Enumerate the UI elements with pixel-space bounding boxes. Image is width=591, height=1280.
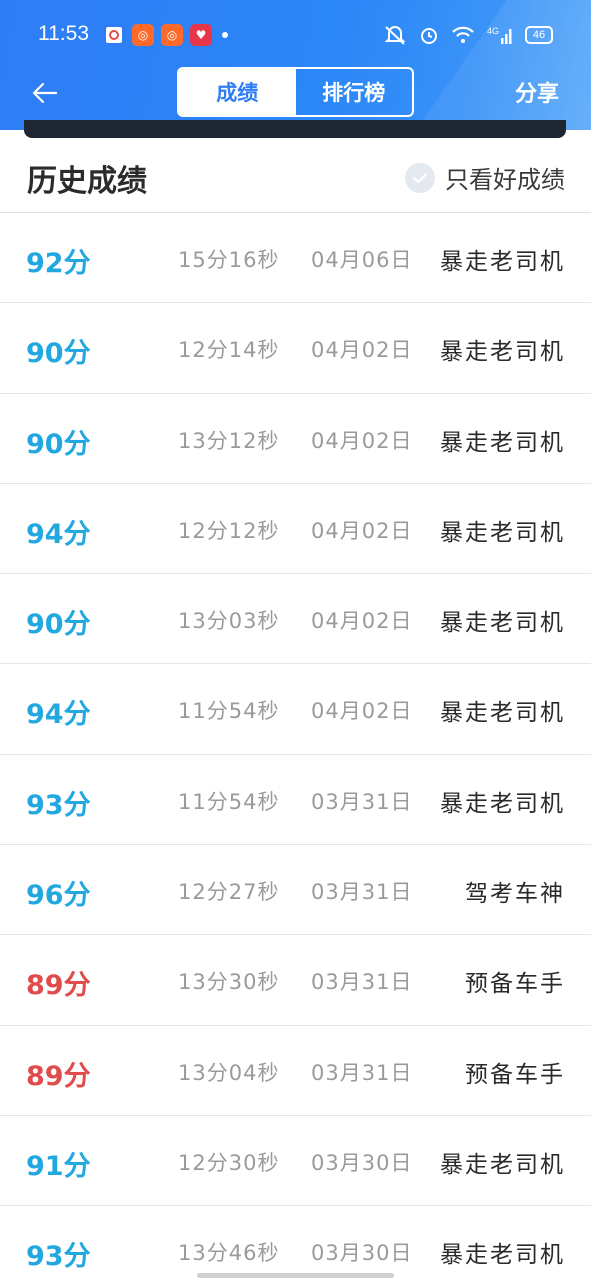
list-item[interactable]: 89分 13分30秒 03月31日 预备车手 [0, 935, 591, 1026]
list-item[interactable]: 90分 13分03秒 04月02日 暴走老司机 [0, 574, 591, 665]
exam-date: 03月30日 [311, 1150, 413, 1175]
exam-date: 04月06日 [311, 248, 413, 272]
rank-title: 暴走老司机 [440, 790, 565, 817]
tab-switcher: 成绩 排行榜 [177, 67, 414, 117]
exam-date: 04月02日 [311, 338, 413, 363]
rank-title: 暴走老司机 [440, 519, 565, 546]
exam-date: 03月31日 [311, 1060, 413, 1085]
share-button[interactable]: 分享 [515, 76, 559, 108]
score-value: 92分 [26, 248, 91, 279]
exam-date: 03月31日 [311, 789, 413, 814]
rank-title: 暴走老司机 [440, 1151, 565, 1178]
list-item[interactable]: 89分 13分04秒 03月31日 预备车手 [0, 1026, 591, 1116]
app-notification-icon [103, 24, 125, 46]
exam-duration: 13分03秒 [178, 609, 280, 634]
exam-duration: 12分30秒 [178, 1150, 280, 1175]
more-notifications-dot-icon [222, 32, 228, 38]
list-item[interactable]: 94分 12分12秒 04月02日 暴走老司机 [0, 484, 591, 575]
score-value: 89分 [26, 970, 91, 1002]
status-time: 11:53 [38, 22, 89, 45]
exam-duration: 13分04秒 [178, 1060, 280, 1085]
score-value: 89分 [26, 1060, 91, 1092]
exam-date: 04月02日 [311, 428, 413, 453]
rank-title: 暴走老司机 [440, 339, 565, 366]
exam-duration: 11分54秒 [178, 789, 280, 814]
rank-title: 暴走老司机 [440, 249, 565, 275]
exam-duration: 12分27秒 [178, 880, 280, 905]
home-indicator[interactable] [197, 1273, 394, 1278]
rank-title: 暴走老司机 [440, 1242, 565, 1269]
rank-title: 预备车手 [465, 971, 565, 998]
notification-icons: ◎ ◎ ♥ [103, 24, 228, 46]
exam-duration: 13分46秒 [178, 1241, 280, 1266]
list-item[interactable]: 90分 12分14秒 04月02日 暴走老司机 [0, 303, 591, 394]
filter-label[interactable]: 只看好成绩 [445, 160, 565, 195]
history-section-header: 历史成绩 只看好成绩 [0, 140, 591, 212]
nav-bar: 成绩 排行榜 分享 [0, 66, 591, 120]
header: 11:53 ◎ ◎ ♥ 4G 46 成绩 排行榜 分享 [0, 0, 591, 134]
exam-duration: 12分14秒 [178, 338, 280, 363]
check-circle-icon[interactable] [405, 162, 435, 193]
score-value: 90分 [26, 609, 91, 641]
list-item[interactable]: 92分 15分16秒 04月06日 暴走老司机 [0, 213, 591, 304]
signal-icon: 4G [487, 26, 512, 44]
tab-leaderboard[interactable]: 排行榜 [296, 69, 413, 115]
exam-duration: 13分12秒 [178, 428, 280, 453]
back-arrow-icon[interactable] [30, 78, 60, 108]
list-item[interactable]: 96分 12分27秒 03月31日 驾考车神 [0, 845, 591, 936]
rank-title: 暴走老司机 [440, 700, 565, 727]
kuaishou-notification-icon: ◎ [161, 24, 183, 46]
list-item[interactable]: 94分 11分54秒 04月02日 暴走老司机 [0, 664, 591, 755]
section-title: 历史成绩 [27, 164, 147, 199]
battery-icon: 46 [525, 26, 553, 44]
exam-date: 04月02日 [311, 518, 413, 543]
exam-date: 03月31日 [311, 880, 413, 905]
card-bottom-edge [24, 120, 566, 138]
kuaishou-notification-icon: ◎ [132, 24, 154, 46]
list-item[interactable]: 93分 13分46秒 03月30日 暴走老司机 [0, 1206, 591, 1280]
exam-date: 04月02日 [311, 609, 413, 634]
exam-duration: 11分54秒 [178, 699, 280, 724]
exam-duration: 12分12秒 [178, 518, 280, 543]
good-scores-filter[interactable]: 只看好成绩 [405, 160, 565, 195]
exam-date: 04月02日 [311, 699, 413, 724]
wifi-icon [452, 26, 474, 43]
score-value: 91分 [26, 1150, 91, 1182]
list-item[interactable]: 90分 13分12秒 04月02日 暴走老司机 [0, 394, 591, 484]
svg-text:4G: 4G [487, 26, 499, 36]
status-bar: 11:53 ◎ ◎ ♥ 4G 46 [0, 0, 591, 70]
rank-title: 暴走老司机 [440, 610, 565, 637]
alarm-clock-icon [421, 28, 437, 44]
exam-date: 03月30日 [311, 1241, 413, 1266]
heart-app-notification-icon: ♥ [190, 24, 212, 46]
tab-scores[interactable]: 成绩 [179, 69, 296, 115]
exam-duration: 15分16秒 [178, 248, 280, 272]
score-value: 90分 [26, 428, 91, 460]
exam-duration: 13分30秒 [178, 970, 280, 995]
score-value: 96分 [26, 880, 91, 912]
status-indicators: 4G 46 [383, 24, 553, 46]
score-value: 94分 [26, 518, 91, 550]
rank-title: 驾考车神 [465, 881, 565, 908]
rank-title: 暴走老司机 [440, 429, 565, 456]
score-value: 93分 [26, 789, 91, 821]
mute-bell-icon [384, 26, 406, 45]
history-list: 92分 15分16秒 04月06日 暴走老司机 90分 12分14秒 04月02日 暴走老司机… [0, 213, 591, 1280]
score-value: 94分 [26, 699, 91, 731]
list-item[interactable]: 91分 12分30秒 03月30日 暴走老司机 [0, 1116, 591, 1207]
rank-title: 预备车手 [465, 1061, 565, 1088]
exam-date: 03月31日 [311, 970, 413, 995]
score-value: 90分 [26, 338, 91, 370]
score-value: 93分 [26, 1241, 91, 1273]
list-item[interactable]: 93分 11分54秒 03月31日 暴走老司机 [0, 755, 591, 846]
